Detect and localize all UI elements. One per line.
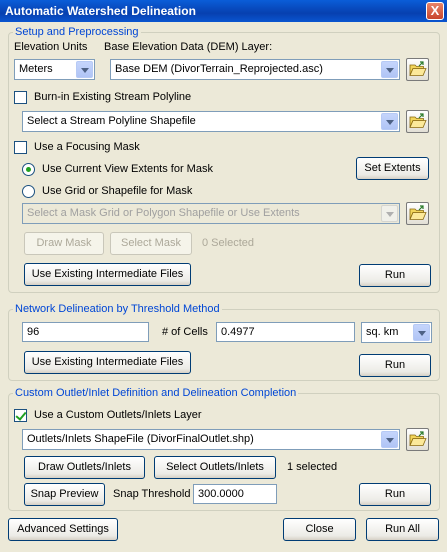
mask-selected-count: 0 Selected [202,237,254,249]
set-extents-button[interactable]: Set Extents [356,157,429,180]
chevron-down-icon[interactable] [76,61,93,78]
network-legend: Network Delineation by Threshold Method [15,303,220,315]
outlet-legend: Custom Outlet/Inlet Definition and Delin… [15,387,297,399]
window-title: Automatic Watershed Delineation [5,4,196,18]
threshold-area-value: 0.4977 [221,326,255,338]
open-folder-icon [409,113,427,128]
draw-mask-button[interactable]: Draw Mask [24,232,104,255]
grid-shapefile-label: Use Grid or Shapefile for Mask [42,185,193,197]
open-mask-button[interactable] [406,202,429,225]
focus-mask-checkbox[interactable] [14,141,27,154]
outlet-layer-value: Outlets/Inlets ShapeFile (DivorFinalOutl… [27,433,254,445]
open-outlet-button[interactable] [406,428,429,451]
outlets-selected-count: 1 selected [287,461,338,473]
use-existing-files-button[interactable]: Use Existing Intermediate Files [24,263,191,286]
view-extents-radio[interactable] [22,163,35,176]
open-folder-icon [409,431,427,446]
elevation-units-value: Meters [19,63,53,75]
chevron-down-icon[interactable] [381,205,398,222]
dem-layer-select[interactable]: Base DEM (DivorTerrain_Reprojected.asc) [110,59,400,80]
chevron-down-icon[interactable] [381,431,398,448]
custom-outlets-checkbox[interactable] [14,409,27,422]
view-extents-label: Use Current View Extents for Mask [42,163,213,175]
snap-threshold-input[interactable]: 300.0000 [193,484,277,504]
open-stream-button[interactable] [406,110,429,133]
advanced-settings-button[interactable]: Advanced Settings [8,518,118,541]
burn-in-label: Burn-in Existing Stream Polyline [34,91,192,103]
snap-threshold-value: 300.0000 [198,488,244,500]
setup-legend: Setup and Preprocessing [15,26,139,38]
open-folder-icon [409,205,427,220]
snap-threshold-label: Snap Threshold [113,488,191,500]
chevron-down-icon[interactable] [381,61,398,78]
select-outlets-button[interactable]: Select Outlets/Inlets [154,456,276,479]
grid-shapefile-radio[interactable] [22,185,35,198]
custom-outlets-label: Use a Custom Outlets/Inlets Layer [34,409,202,421]
mask-select[interactable]: Select a Mask Grid or Polygon Shapefile … [22,203,400,224]
dem-layer-value: Base DEM (DivorTerrain_Reprojected.asc) [115,63,323,75]
threshold-area-input[interactable]: 0.4977 [216,322,355,342]
open-dem-button[interactable] [406,58,429,81]
draw-outlets-button[interactable]: Draw Outlets/Inlets [24,456,145,479]
threshold-cells-value: 96 [27,326,40,338]
dem-label: Base Elevation Data (DEM) Layer: [104,41,273,53]
outlet-layer-select[interactable]: Outlets/Inlets ShapeFile (DivorFinalOutl… [22,429,400,450]
select-mask-button[interactable]: Select Mask [110,232,192,255]
close-window-button[interactable]: X [426,2,444,20]
title-bar: Automatic Watershed Delineation X [0,0,447,22]
chevron-down-icon[interactable] [413,324,430,341]
network-run-button[interactable]: Run [359,354,431,377]
burn-in-checkbox[interactable] [14,91,27,104]
area-unit-value: sq. km [366,326,399,338]
close-button[interactable]: Close [283,518,356,541]
area-unit-select[interactable]: sq. km [361,322,432,343]
focus-mask-label: Use a Focusing Mask [34,141,140,153]
elevation-units-select[interactable]: Meters [14,59,95,80]
setup-run-button[interactable]: Run [359,264,431,287]
elevation-units-label: Elevation Units [14,41,88,53]
open-folder-icon [409,61,427,76]
snap-preview-button[interactable]: Snap Preview [24,483,105,506]
network-use-existing-button[interactable]: Use Existing Intermediate Files [24,351,191,374]
cells-label: # of Cells [162,326,208,338]
threshold-cells-input[interactable]: 96 [22,322,149,342]
run-all-button[interactable]: Run All [366,518,439,541]
stream-polyline-value: Select a Stream Polyline Shapefile [27,115,196,127]
stream-polyline-select[interactable]: Select a Stream Polyline Shapefile [22,111,400,132]
outlet-run-button[interactable]: Run [359,483,431,506]
mask-value: Select a Mask Grid or Polygon Shapefile … [27,207,300,219]
chevron-down-icon[interactable] [381,113,398,130]
